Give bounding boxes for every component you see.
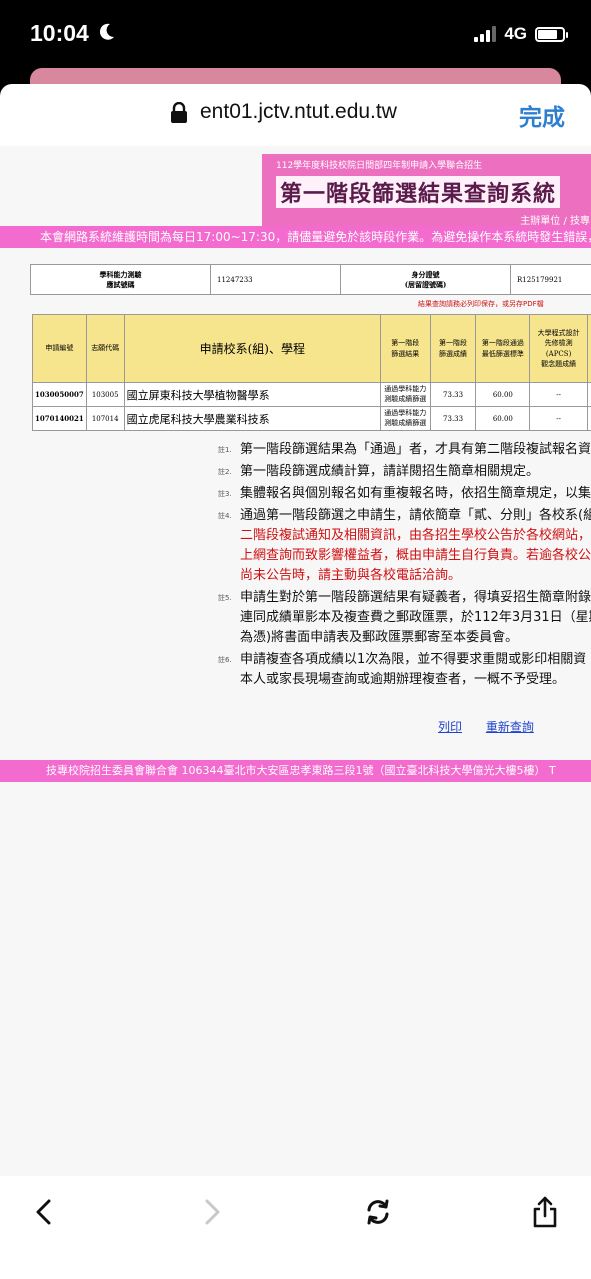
status-time: 10:04: [30, 20, 115, 47]
note-6: 註6. 申請複查各項成績以1次為限，並不得要求重閱或影印相關資 本人或家長現場查…: [218, 652, 587, 687]
notes-section: 註1. 第一階段篩選結果為「通過」者，才具有第二階段複試報名資 註2. 第一階段…: [218, 440, 591, 692]
exam-number-label: 學科能力測驗 應試號碼: [30, 264, 211, 295]
status-indicators: 4G: [474, 24, 568, 44]
header-banner: 112學年度科技校院日間部四年制申請入學聯合招生 第一階段篩選結果查詢系統 主辦…: [262, 154, 591, 227]
row-code: 107014: [85, 406, 125, 431]
exam-number-value: 11247233: [210, 264, 341, 295]
save-reminder: 結果查詢請務必列印保存，或另存PDF檔: [418, 300, 544, 308]
chevron-left-icon: [36, 1199, 51, 1225]
row-apcs: --: [529, 382, 589, 407]
note-5: 註5. 申請生對於第一階段篩選結果有疑義者，得填妥招生簡章附錄 連同成績單影本及…: [218, 590, 591, 645]
status-bar: 10:04 4G: [0, 0, 591, 70]
note-4: 註4. 通過第一階段篩選之申請生，請依簡章「貳、分則」各校系(組 二階段複試通知…: [218, 508, 591, 583]
requery-link[interactable]: 重新查詢: [486, 720, 534, 734]
note-1: 註1. 第一階段篩選結果為「通過」者，才具有第二階段複試報名資: [218, 442, 591, 457]
table-row: 1030050007 103005 國立屏東科技大學植物醫學系 通過學科能力 測…: [32, 382, 591, 407]
col-code: 志願代碼: [85, 314, 125, 383]
col-app-no: 申請編號: [32, 314, 87, 383]
col-apcs: 大學程式設計 先修檢測 (APCS) 觀念題成績: [529, 314, 589, 383]
maintenance-notice: 本會網路系統維護時間為每日17:00~17:30，請儘量避免於該時段作業。為避免…: [0, 226, 591, 248]
reload-icon: [367, 1199, 389, 1225]
browser-sheet: ent01.jctv.ntut.edu.tw 完成 112學年度科技校院日間部四…: [0, 84, 591, 1279]
footer-address: 技專校院招生委員會聯合會 106344臺北市大安區忠孝東路三段1號（國立臺北科技…: [0, 760, 591, 782]
col-extra: [587, 314, 591, 383]
note-2: 註2. 第一階段篩選成績計算，請詳閱招生簡章相關規定。: [218, 464, 540, 479]
row-app-no: 1070140021: [32, 406, 87, 431]
row-app-no: 1030050007: [32, 382, 87, 407]
row-result: 通過學科能力 測驗成績篩選: [379, 382, 431, 407]
action-links: 列印 重新查詢: [438, 718, 554, 735]
network-label: 4G: [504, 24, 527, 43]
share-icon: [533, 1196, 557, 1228]
row-extra: [587, 406, 591, 431]
id-number-value: R125179921: [510, 264, 591, 295]
table-row: 1070140021 107014 國立虎尾科技大學農業科技系 通過學科能力 測…: [32, 406, 591, 431]
banner-subtitle: 112學年度科技校院日間部四年制申請入學聯合招生: [276, 161, 483, 171]
clock-text: 10:04: [30, 20, 89, 46]
page-title: 第一階段篩選結果查詢系統: [276, 176, 561, 208]
id-number-label: 身分證號 (居留證號碼): [340, 264, 511, 295]
back-button[interactable]: [24, 1192, 64, 1232]
col-school: 申請校系(組)、學程: [123, 314, 381, 383]
row-extra: [587, 382, 591, 407]
row-score: 73.33: [429, 382, 477, 407]
row-school: 國立屏東科技大學植物醫學系: [123, 382, 381, 407]
col-min-standard: 第一階段通過 最低篩選標準: [475, 314, 531, 383]
battery-icon: [535, 26, 568, 42]
row-code: 103005: [85, 382, 125, 407]
results-table: 申請編號 志願代碼 申請校系(組)、學程 第一階段 篩選結果 第一階段 篩選成績…: [32, 314, 591, 431]
results-header-row: 申請編號 志願代碼 申請校系(組)、學程 第一階段 篩選結果 第一階段 篩選成績…: [32, 314, 591, 383]
note-3: 註3. 集體報名與個別報名如有重複報名時，依招生簡章規定，以集: [218, 486, 591, 501]
row-score: 73.33: [429, 406, 477, 431]
row-min: 60.00: [475, 406, 531, 431]
col-score: 第一階段 篩選成績: [429, 314, 477, 383]
banner-organizer: 主辦單位 / 技專: [520, 216, 590, 227]
row-apcs: --: [529, 406, 589, 431]
forward-button[interactable]: [192, 1192, 232, 1232]
url-text: ent01.jctv.ntut.edu.tw: [200, 100, 397, 123]
row-school: 國立虎尾科技大學農業科技系: [123, 406, 381, 431]
col-result: 第一階段 篩選結果: [379, 314, 431, 383]
signal-icon: [474, 26, 497, 42]
web-page: 112學年度科技校院日間部四年制申請入學聯合招生 第一階段篩選結果查詢系統 主辦…: [0, 146, 591, 1176]
reload-button[interactable]: [358, 1192, 398, 1232]
browser-toolbar: [0, 1176, 591, 1279]
lock-icon: [171, 102, 187, 123]
row-min: 60.00: [475, 382, 531, 407]
applicant-info-table: 學科能力測驗 應試號碼 11247233 身分證號 (居留證號碼) R1251799…: [30, 264, 591, 295]
row-result: 通過學科能力 測驗成績篩選: [379, 406, 431, 431]
moon-icon: [99, 20, 115, 47]
url-bar[interactable]: ent01.jctv.ntut.edu.tw 完成: [0, 84, 591, 146]
chevron-right-icon: [205, 1199, 220, 1225]
print-link[interactable]: 列印: [438, 720, 462, 734]
share-button[interactable]: [525, 1192, 565, 1232]
done-button[interactable]: 完成: [519, 98, 565, 132]
